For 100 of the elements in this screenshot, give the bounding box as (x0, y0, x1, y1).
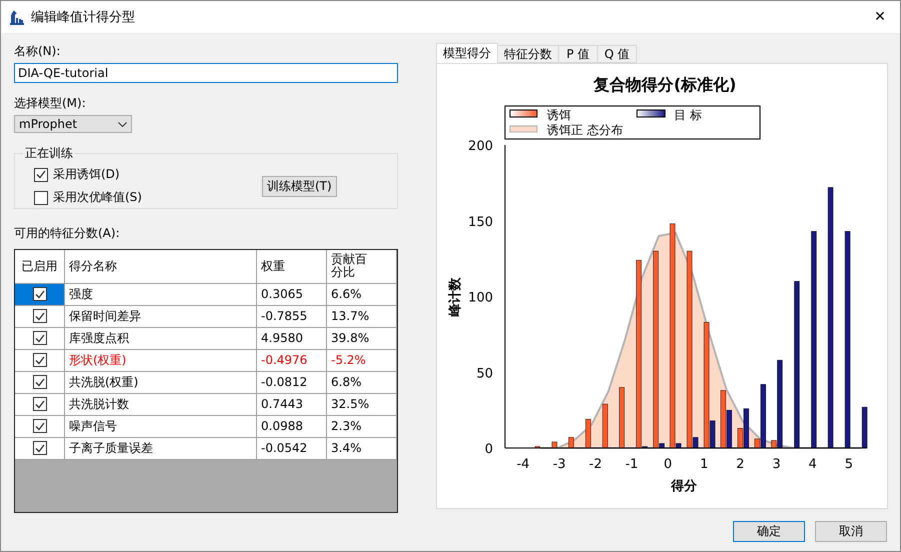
table-cell: 强度 (65, 284, 257, 306)
legend-label: 诱饵 (547, 108, 571, 122)
checkbox-cell[interactable] (15, 328, 65, 350)
decoy-bar (720, 390, 726, 448)
checkbox-cell[interactable] (15, 372, 65, 394)
target-bar (692, 437, 698, 448)
x-tick-label: 2 (736, 457, 744, 472)
table-cell: 6.8% (327, 372, 397, 394)
chart-title: 复合物得分(标准化) (594, 75, 736, 94)
table-cell: 形状(权重) (65, 350, 257, 372)
decoy-bar (771, 440, 777, 448)
target-bar (642, 446, 648, 448)
decoy-bar (602, 404, 608, 448)
table-cell: -0.7855 (257, 306, 327, 328)
table-cell: 噪声信号 (65, 416, 257, 438)
table-cell: 0.7443 (257, 394, 327, 416)
checkbox[interactable] (34, 168, 48, 182)
table-cell: 6.6% (327, 284, 397, 306)
checkbox-cell[interactable] (15, 416, 65, 438)
legend-swatch (510, 110, 538, 118)
table-cell: 0.0988 (257, 416, 327, 438)
checkbox-cell[interactable] (15, 284, 65, 306)
chart-app-icon (9, 9, 25, 25)
checkbox[interactable] (32, 419, 46, 434)
table-cell: 39.8% (327, 328, 397, 350)
table-cell: -5.2% (327, 350, 397, 372)
table-cell: 13.7% (327, 306, 397, 328)
legend-label: 诱饵正 态分布 (547, 123, 623, 137)
column-header[interactable]: 得分名称 (65, 250, 257, 284)
checkbox[interactable] (32, 441, 46, 456)
target-bar (659, 443, 665, 448)
checkbox[interactable] (32, 353, 46, 368)
tab[interactable]: 模型得分 (436, 43, 498, 63)
y-axis-title: 峰计数 (448, 278, 463, 316)
y-tick-label: 150 (468, 214, 493, 230)
x-axis-title: 得分 (671, 479, 697, 494)
ok-button[interactable]: 确定 (733, 521, 805, 542)
tab[interactable]: 特征分数 (497, 45, 559, 63)
checkbox[interactable] (32, 375, 46, 390)
checkbox-cell[interactable] (15, 438, 65, 460)
checkbox[interactable] (34, 190, 48, 205)
x-tick-label: 4 (808, 457, 817, 472)
checkbox[interactable] (32, 331, 46, 346)
checkbox[interactable] (32, 397, 46, 412)
check-icon (36, 170, 46, 180)
decoy-bar (619, 387, 625, 448)
x-tick-label: -1 (625, 457, 638, 472)
decoy-bar (568, 437, 574, 448)
x-tick-label: -2 (589, 457, 602, 472)
checkbox-label: 采用次优峰值(S) (53, 189, 142, 206)
target-bar (760, 384, 766, 448)
checkbox-label: 采用诱饵(D) (53, 166, 120, 184)
column-header[interactable]: 贡献百分比 (327, 250, 397, 284)
table-cell: 库强度点积 (65, 328, 257, 350)
target-bar (710, 420, 716, 448)
name-input[interactable]: DIA-QE-tutorial (14, 63, 398, 83)
name-label: 名称(N): (14, 43, 62, 60)
legend-swatch (510, 126, 538, 132)
checkbox-cell[interactable] (15, 306, 65, 328)
y-tick-label: 100 (468, 290, 493, 306)
table-cell: 共洗脱(权重) (65, 372, 257, 394)
legend-swatch (636, 110, 666, 118)
table-cell: 32.5% (327, 394, 397, 416)
y-tick-label: 50 (476, 366, 493, 382)
column-header[interactable]: 已启用 (15, 250, 65, 284)
decoy-bar (534, 446, 540, 448)
target-bar (744, 408, 749, 448)
legend-label: 目 标 (674, 108, 702, 122)
x-tick-label: -3 (552, 457, 566, 472)
model-dropdown[interactable]: mProphet (14, 114, 132, 134)
check-icon (34, 444, 44, 453)
check-icon (34, 378, 44, 387)
check-icon (34, 400, 44, 409)
train-model-button[interactable]: 训练模型(T) (262, 176, 337, 197)
table-cell: 3.4% (327, 438, 397, 460)
model-label: 选择模型(M): (14, 94, 87, 112)
table-cell: 子离子质量误差 (65, 438, 257, 460)
check-icon (34, 422, 44, 431)
x-tick-label: 5 (844, 457, 854, 472)
checkbox[interactable] (32, 287, 46, 302)
x-tick-label: -4 (516, 457, 530, 472)
close-button[interactable]: ✕ (860, 1, 900, 33)
column-header[interactable]: 权重 (257, 250, 327, 284)
x-tick-label: 1 (700, 457, 708, 472)
check-icon (34, 356, 44, 365)
table-cell: -0.0812 (257, 372, 327, 394)
tab[interactable]: P 值 (558, 45, 598, 63)
check-icon (34, 290, 44, 299)
checkbox-cell[interactable] (15, 394, 65, 416)
y-tick-label: 200 (468, 139, 493, 154)
checkbox[interactable] (32, 309, 46, 324)
window-title: 编辑峰值计得分型 (31, 9, 136, 26)
decoy-bar (738, 428, 743, 448)
cancel-button[interactable]: 取消 (815, 521, 887, 542)
decoy-bar (552, 442, 558, 448)
tab[interactable]: Q 值 (597, 45, 637, 63)
target-bar (676, 443, 682, 448)
check-icon (34, 334, 44, 343)
checkbox-cell[interactable] (15, 350, 65, 372)
table-cell: -0.4976 (257, 350, 327, 372)
